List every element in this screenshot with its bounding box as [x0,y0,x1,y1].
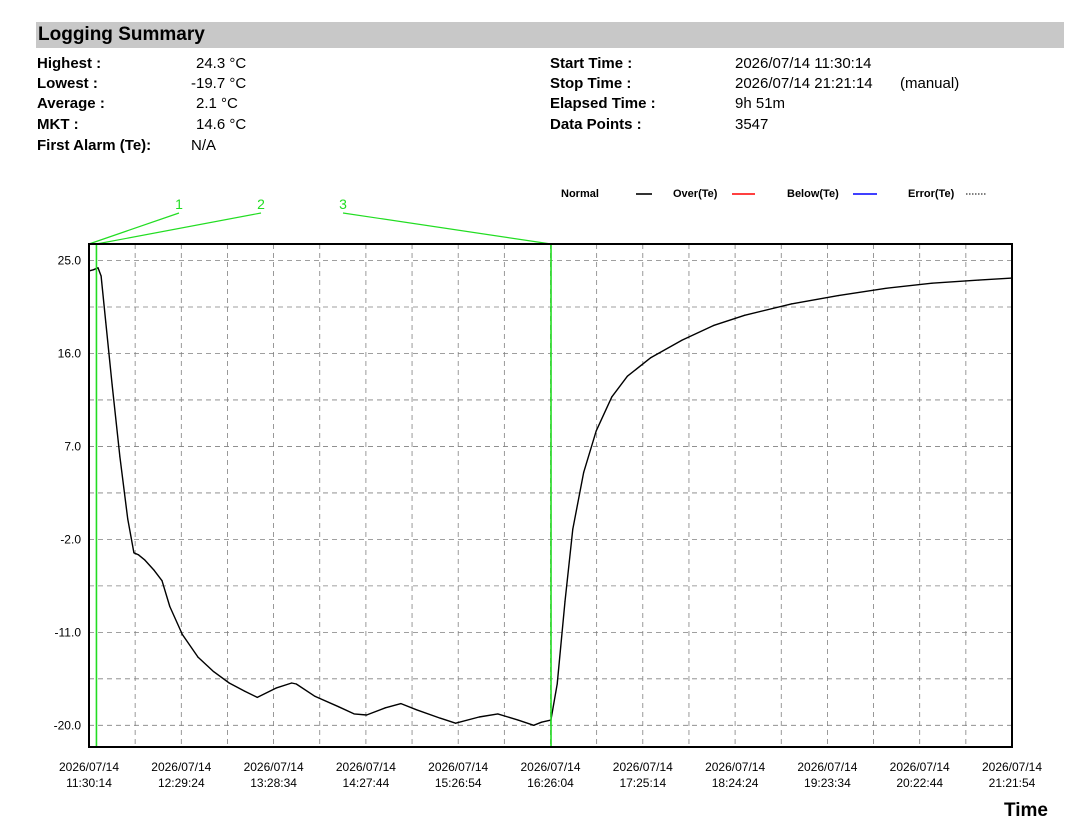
x-tick-label-time: 13:28:34 [250,776,297,790]
series-point [181,633,183,636]
series-point [212,671,215,673]
x-tick-label-date: 2026/07/14 [151,760,211,774]
series-point [478,716,480,718]
series-point [564,600,566,602]
series-point [295,683,297,685]
y-tick-label: 16.0 [58,346,82,360]
series-point [244,690,246,692]
series-point [416,709,418,711]
x-tick-label-time: 14:27:44 [343,776,390,790]
series-point [138,554,140,556]
series-point [105,321,107,324]
x-tick-label-date: 2026/07/14 [520,760,580,774]
temperature-chart: 25.0 16.0 7.0 -2.0 -11.0 -20.0 2026/07/14 11:30… [54,188,1043,790]
series-point [337,706,340,708]
series-point [384,707,386,709]
series-point [100,275,102,277]
series-point [291,682,293,684]
x-axis-title: Time [1004,800,1049,821]
x-tick-label-time: 18:24:24 [712,776,759,790]
series-point [650,357,652,359]
x-tick-label-time: 15:26:54 [435,776,482,790]
series-point [314,695,316,697]
series-point [169,605,171,608]
x-tick-label-date: 2026/07/14 [982,760,1042,774]
x-tick-label-time: 20:22:44 [896,776,943,790]
marker-label-1: 1 [175,196,183,212]
x-tick-label-time: 19:23:34 [804,776,851,790]
y-tick-label: -2.0 [60,532,81,546]
series-point [572,528,574,530]
marker-leader-3 [342,212,552,245]
x-tick-label-date: 2026/07/14 [336,760,396,774]
x-tick-label-time: 11:30:14 [66,776,112,790]
legend-label-normal: Normal [561,188,599,200]
y-tick-label: 25.0 [58,254,82,268]
series-point [92,269,94,271]
series-point [837,295,839,297]
x-tick-label-date: 2026/07/14 [705,760,765,774]
series-point [228,682,230,684]
legend-label-below: Below(Te) [787,188,839,200]
series-point [353,713,355,715]
x-tick-label-date: 2026/07/14 [890,760,950,774]
marker-label-2: 2 [257,196,265,212]
series-point [455,722,457,724]
series-point [119,456,121,458]
x-tick-label-date: 2026/07/14 [244,760,304,774]
series-point [161,580,163,582]
x-tick-label-date: 2026/07/14 [428,760,488,774]
series-point [133,552,135,554]
marker-leader-1 [88,212,180,245]
series-point [197,656,199,658]
series-point [517,719,519,721]
marker-leader-2 [96,212,262,245]
marker-label-3: 3 [339,196,347,212]
series-point [583,471,585,473]
y-tick-label: -11.0 [55,625,82,639]
series-point [884,287,886,290]
series-point [611,396,613,398]
series-point [743,314,746,316]
series-point [144,559,146,561]
series-point [275,687,277,689]
legend-label-over: Over(Te) [673,188,718,200]
x-tick-label-date: 2026/07/14 [613,760,673,774]
series-point [790,303,793,305]
series-point [439,717,441,719]
x-tick-label-date: 2026/07/14 [797,760,857,774]
series-point [400,703,402,705]
series-point [556,683,558,685]
series-point [681,339,683,341]
y-tick-label: -20.0 [54,718,82,732]
series-point [533,724,535,726]
series-point [127,518,129,520]
series-point [626,375,629,377]
series-point [497,713,499,715]
x-tick-label-time: 17:25:14 [619,776,666,790]
x-tick-label-time: 16:26:04 [527,776,574,790]
x-tick-label-date: 2026/07/14 [59,760,119,774]
series-point [111,383,113,386]
series-point [595,430,597,432]
series-point [978,279,980,281]
series-point [256,696,258,699]
series-point [540,721,543,723]
series-point [712,324,714,327]
x-tick-label-time: 21:21:54 [989,776,1036,790]
y-tick-label: 7.0 [64,439,81,453]
x-tick-label-time: 12:29:24 [158,776,205,790]
series-point [153,569,155,571]
series-point [931,282,933,284]
legend-label-error: Error(Te) [908,188,955,200]
series-point [97,267,99,269]
series-point [366,714,368,716]
